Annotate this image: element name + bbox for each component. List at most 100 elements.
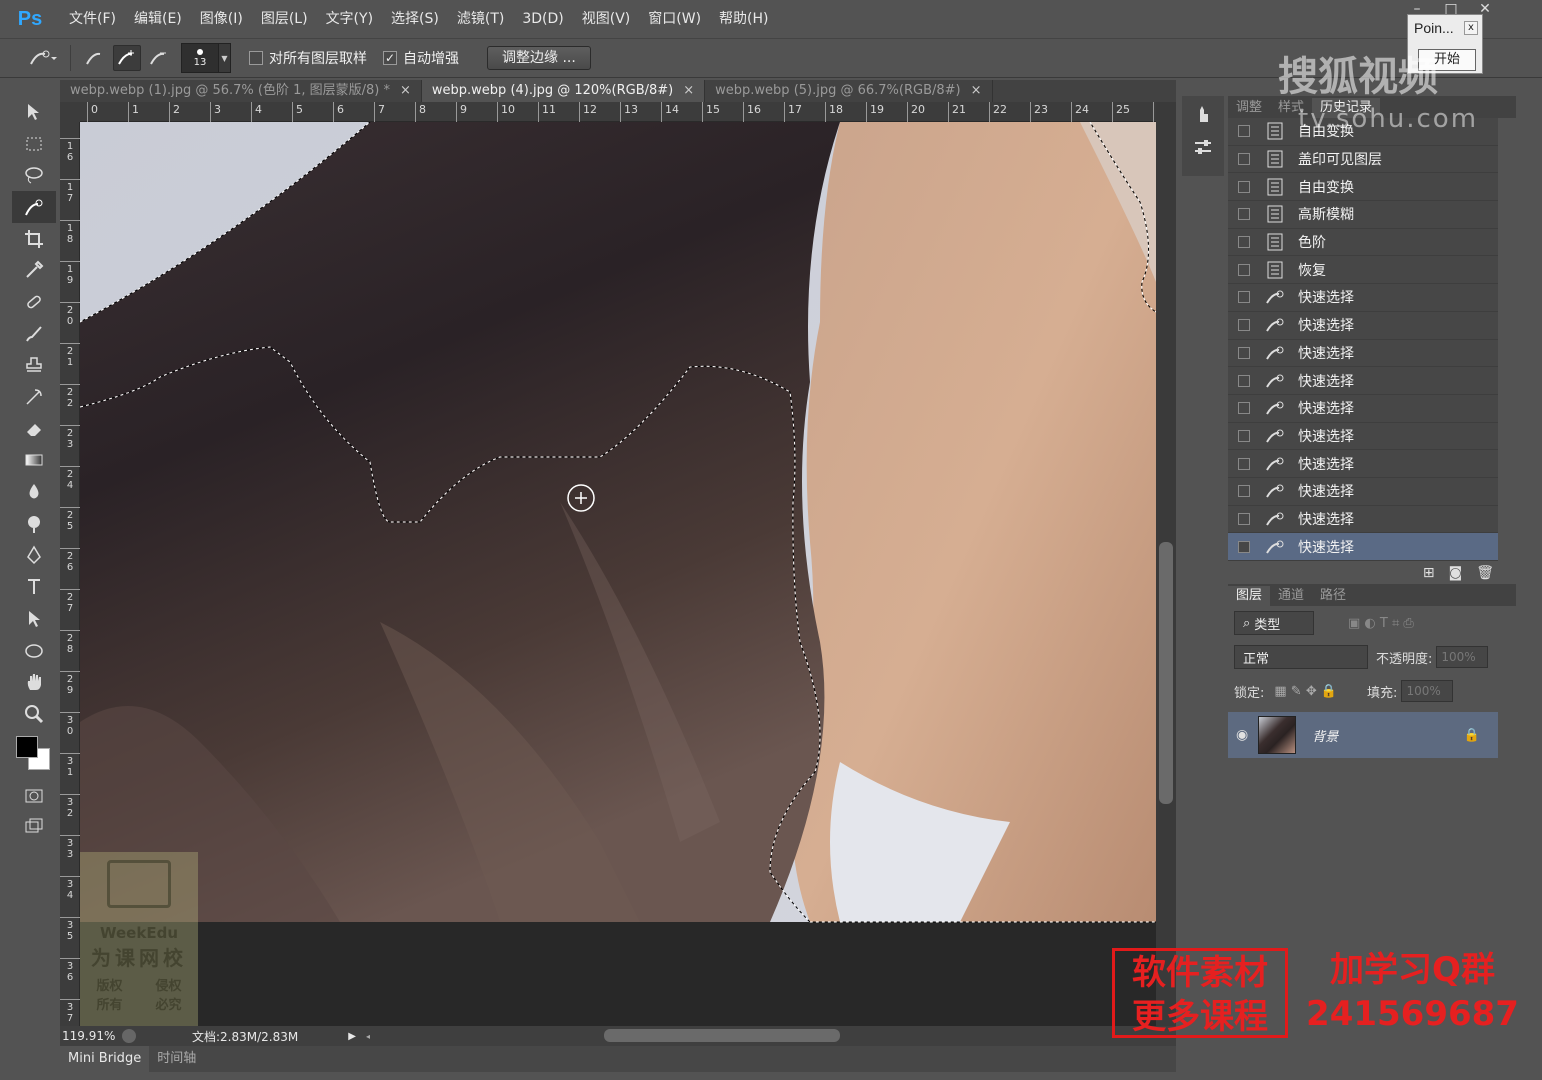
move-tool[interactable] [12, 96, 56, 128]
history-snapshot-checkbox[interactable] [1238, 540, 1250, 553]
crop-tool[interactable] [12, 223, 56, 255]
history-item[interactable]: 快速选择 [1228, 422, 1498, 451]
add-to-selection-button[interactable] [113, 45, 141, 71]
tab-timeline[interactable]: 时间轴 [149, 1046, 204, 1072]
history-snapshot-checkbox[interactable] [1238, 346, 1250, 359]
lock-icons[interactable]: ▦ ✎ ✥ 🔒 [1274, 684, 1337, 699]
auto-enhance-checkbox[interactable]: ✓ [383, 51, 397, 65]
layer-kind-filter[interactable]: ⌕ 类型 [1234, 611, 1314, 635]
shape-tool[interactable] [12, 635, 56, 667]
menu-file[interactable]: 文件(F) [60, 0, 125, 38]
history-item[interactable]: 快速选择 [1228, 311, 1498, 340]
history-brush-tool[interactable] [12, 381, 56, 413]
layer-name[interactable]: 背景 [1312, 726, 1338, 745]
vertical-ruler[interactable]: 1 6 1 7 1 8 1 9 2 0 2 1 2 2 2 3 2 4 2 5 2 6 2 7 2 8 2… [60, 122, 80, 1028]
history-item[interactable]: 快速选择 [1228, 450, 1498, 478]
menu-window[interactable]: 窗口(W) [639, 0, 710, 38]
camera-icon[interactable]: ◙ [1449, 565, 1463, 581]
eye-icon[interactable]: ◉ [1236, 727, 1248, 743]
status-menu-arrow-icon[interactable]: ▶ [348, 1031, 356, 1042]
history-snapshot-checkbox[interactable] [1238, 485, 1250, 498]
refine-edge-button[interactable]: 调整边缘 ... [487, 46, 591, 70]
trash-icon[interactable]: 🗑 [1476, 565, 1494, 581]
history-item[interactable]: 盖印可见图层 [1228, 145, 1498, 174]
history-item[interactable]: 恢复 [1228, 256, 1498, 285]
menu-3d[interactable]: 3D(D) [513, 0, 572, 38]
document-canvas[interactable] [80, 122, 1156, 1026]
close-icon[interactable]: × [400, 83, 411, 98]
lasso-tool[interactable] [12, 159, 56, 191]
quick-mask-tool[interactable] [12, 780, 56, 812]
history-item[interactable]: 快速选择 [1228, 367, 1498, 395]
history-item[interactable]: 快速选择 [1228, 477, 1498, 506]
popup-close-button[interactable]: x [1464, 21, 1478, 35]
fill-input[interactable]: 100% [1401, 680, 1454, 702]
menu-filter[interactable]: 滤镜(T) [448, 0, 513, 38]
menu-layer[interactable]: 图层(L) [252, 0, 317, 38]
brush-dropdown-arrow[interactable]: ▼ [219, 43, 231, 73]
close-icon[interactable]: × [971, 83, 982, 98]
menu-edit[interactable]: 编辑(E) [125, 0, 191, 38]
adjustments-panel-button[interactable] [1182, 130, 1224, 164]
brush-size-picker[interactable]: 13 [181, 43, 219, 73]
clone-stamp-tool[interactable] [12, 350, 56, 382]
doc-tab-1[interactable]: webp.webp (1).jpg @ 56.7% (色阶 1, 图层蒙版/8)… [60, 80, 422, 102]
menu-type[interactable]: 文字(Y) [317, 0, 382, 38]
menu-view[interactable]: 视图(V) [573, 0, 640, 38]
blur-tool[interactable] [12, 476, 56, 508]
horizontal-scrollbar-thumb[interactable] [604, 1029, 840, 1042]
horizontal-ruler[interactable]: 0 1 2 3 4 5 6 7 8 9 10 11 12 13 14 15 16 17 18 19 20 21 22 23 24… [80, 102, 1164, 122]
eraser-tool[interactable] [12, 413, 56, 445]
gradient-tool[interactable] [12, 445, 56, 477]
zoom-tool[interactable] [12, 698, 56, 730]
zoom-level[interactable]: 119.91% [62, 1029, 118, 1043]
menu-select[interactable]: 选择(S) [382, 0, 448, 38]
menu-image[interactable]: 图像(I) [191, 0, 252, 38]
history-item[interactable]: 快速选择 [1228, 533, 1498, 561]
history-snapshot-checkbox[interactable] [1238, 402, 1250, 415]
tab-adjustments[interactable]: 调整 [1228, 98, 1270, 118]
history-item[interactable]: 快速选择 [1228, 505, 1498, 534]
menu-help[interactable]: 帮助(H) [710, 0, 777, 38]
history-snapshot-checkbox[interactable] [1238, 208, 1250, 221]
blend-mode-select[interactable]: 正常 [1234, 645, 1368, 669]
history-snapshot-checkbox[interactable] [1238, 291, 1250, 304]
doc-tab-2[interactable]: webp.webp (4).jpg @ 120%(RGB/8#) × [421, 80, 706, 102]
history-item[interactable]: 快速选择 [1228, 394, 1498, 423]
history-snapshot-checkbox[interactable] [1238, 236, 1250, 249]
doc-tab-3[interactable]: webp.webp (5).jpg @ 66.7%(RGB/8#) × [705, 80, 993, 102]
history-item[interactable]: 快速选择 [1228, 339, 1498, 368]
eyedropper-tool[interactable] [12, 254, 56, 286]
close-icon[interactable]: × [683, 83, 694, 98]
history-item[interactable]: 快速选择 [1228, 284, 1498, 312]
foreground-color-swatch[interactable] [16, 735, 38, 758]
history-item[interactable]: 色阶 [1228, 228, 1498, 257]
filter-icons[interactable]: ▣ ◐ T ⌗ ⎙ [1348, 616, 1414, 631]
scrollbar-thumb[interactable] [1159, 542, 1173, 804]
brush-tool[interactable] [12, 318, 56, 350]
tool-presets-panel-button[interactable] [1182, 96, 1224, 130]
type-tool[interactable] [12, 571, 56, 603]
tool-preset-picker[interactable] [22, 43, 62, 73]
canvas-vertical-scrollbar[interactable] [1156, 102, 1176, 1026]
tab-layers[interactable]: 图层 [1228, 586, 1271, 606]
subtract-from-selection-button[interactable] [145, 45, 173, 71]
healing-brush-tool[interactable] [12, 286, 56, 318]
layer-row[interactable]: ◉ 背景 🔒 [1228, 712, 1498, 758]
tab-paths[interactable]: 路径 [1312, 586, 1354, 606]
tab-mini-bridge[interactable]: Mini Bridge [60, 1046, 150, 1072]
hand-tool[interactable] [12, 666, 56, 698]
history-snapshot-checkbox[interactable] [1238, 125, 1250, 138]
ruler-corner[interactable] [60, 102, 80, 122]
history-item[interactable]: 自由变换 [1228, 173, 1498, 202]
history-snapshot-checkbox[interactable] [1238, 374, 1250, 387]
quick-selection-tool[interactable] [12, 191, 56, 223]
tab-channels[interactable]: 通道 [1270, 586, 1312, 606]
history-snapshot-checkbox[interactable] [1238, 457, 1250, 470]
new-selection-button[interactable] [81, 45, 109, 71]
marquee-tool[interactable] [12, 128, 56, 160]
sample-all-layers-checkbox[interactable] [249, 51, 263, 65]
opacity-input[interactable]: 100% [1436, 646, 1489, 668]
history-snapshot-checkbox[interactable] [1238, 263, 1250, 276]
new-document-from-state-icon[interactable]: ⊞ [1423, 565, 1435, 581]
